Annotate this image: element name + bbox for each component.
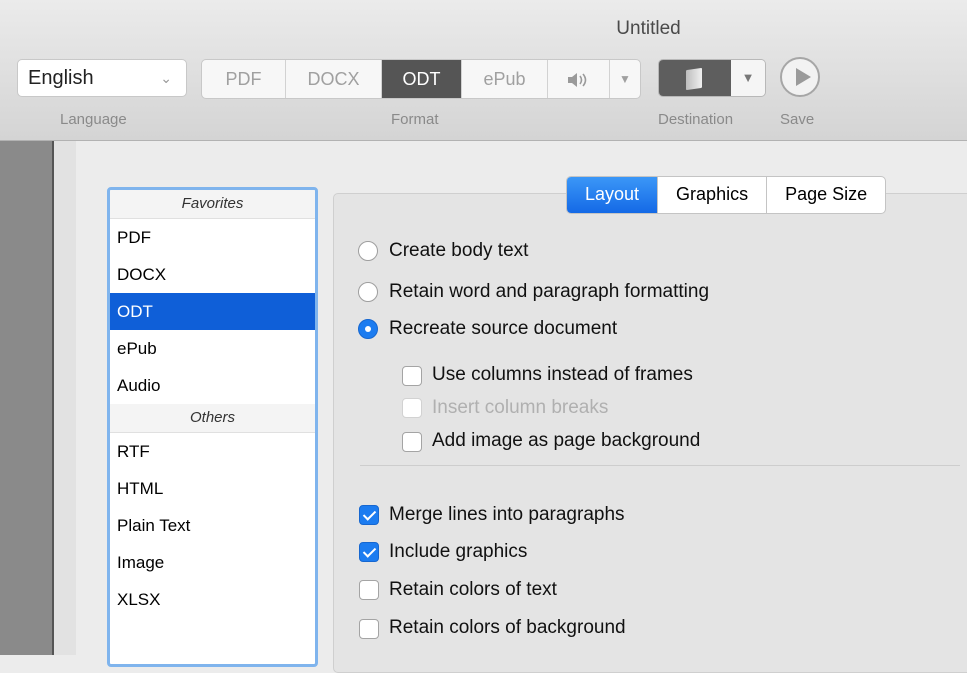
label-merge-lines: Merge lines into paragraphs — [389, 504, 625, 525]
list-item-image[interactable]: Image — [110, 544, 315, 581]
list-item-xlsx[interactable]: XLSX — [110, 581, 315, 618]
radio-create-body-text[interactable] — [358, 241, 378, 261]
language-value: English — [28, 67, 94, 89]
format-list[interactable]: Favorites PDF DOCX ODT ePub Audio Others… — [107, 187, 318, 667]
label-retain-background-colors: Retain colors of background — [389, 617, 626, 638]
checkbox-merge-lines[interactable] — [359, 505, 379, 525]
label-create-body-text: Create body text — [389, 240, 529, 261]
list-item-epub[interactable]: ePub — [110, 330, 315, 367]
label-insert-column-breaks: Insert column breaks — [432, 397, 609, 418]
radio-recreate-source[interactable] — [358, 319, 378, 339]
list-item-odt[interactable]: ODT — [110, 293, 315, 330]
group-header-favorites: Favorites — [110, 190, 315, 219]
destination-caption: Destination — [658, 111, 734, 128]
label-retain-formatting: Retain word and paragraph formatting — [389, 281, 710, 302]
format-option-pdf[interactable]: PDF — [202, 60, 286, 98]
checkbox-retain-background-colors[interactable] — [359, 619, 379, 639]
format-option-epub[interactable]: ePub — [462, 60, 548, 98]
label-recreate-source: Recreate source document — [389, 318, 618, 339]
radio-retain-formatting[interactable] — [358, 282, 378, 302]
audio-menu-chevron-down-icon[interactable]: ▼ — [610, 60, 640, 98]
document-strip-edge — [52, 141, 76, 655]
checkbox-retain-text-colors[interactable] — [359, 580, 379, 600]
list-item-plain-text[interactable]: Plain Text — [110, 507, 315, 544]
language-caption: Language — [60, 111, 127, 128]
list-item-html[interactable]: HTML — [110, 470, 315, 507]
chevron-down-icon: ⌄ — [160, 70, 172, 86]
format-option-docx[interactable]: DOCX — [286, 60, 382, 98]
tab-layout[interactable]: Layout — [567, 177, 659, 213]
toolbar: Untitled English ⌄ PDF DOCX ODT ePub ▼ ▼… — [0, 0, 967, 141]
destination-chevron-down-icon: ▼ — [731, 60, 765, 96]
list-item-audio[interactable]: Audio — [110, 367, 315, 404]
label-use-columns: Use columns instead of frames — [432, 364, 693, 385]
group-header-others: Others — [110, 404, 315, 433]
tab-page-size[interactable]: Page Size — [767, 177, 885, 213]
label-add-image-background: Add image as page background — [432, 430, 701, 451]
save-caption: Save — [780, 111, 815, 128]
book-icon — [659, 60, 731, 96]
list-item-pdf[interactable]: PDF — [110, 219, 315, 256]
speaker-icon[interactable] — [548, 60, 610, 98]
options-tabs[interactable]: Layout Graphics Page Size — [566, 176, 887, 214]
checkbox-insert-column-breaks — [402, 398, 422, 418]
divider — [360, 465, 960, 466]
tab-graphics[interactable]: Graphics — [658, 177, 768, 213]
list-item-rtf[interactable]: RTF — [110, 433, 315, 470]
format-option-odt[interactable]: ODT — [382, 60, 462, 98]
checkbox-include-graphics[interactable] — [359, 542, 379, 562]
save-button[interactable] — [780, 57, 820, 97]
list-item-docx[interactable]: DOCX — [110, 256, 315, 293]
label-include-graphics: Include graphics — [389, 541, 528, 562]
format-segmented-control[interactable]: PDF DOCX ODT ePub ▼ — [201, 59, 641, 99]
window-title: Untitled — [616, 18, 681, 39]
language-select[interactable]: English ⌄ — [17, 59, 187, 97]
checkbox-add-image-background[interactable] — [402, 432, 422, 452]
document-strip — [0, 141, 52, 655]
destination-popup-button[interactable]: ▼ — [658, 59, 766, 97]
label-retain-text-colors: Retain colors of text — [389, 579, 557, 600]
format-caption: Format — [391, 111, 439, 128]
checkbox-use-columns[interactable] — [402, 366, 422, 386]
